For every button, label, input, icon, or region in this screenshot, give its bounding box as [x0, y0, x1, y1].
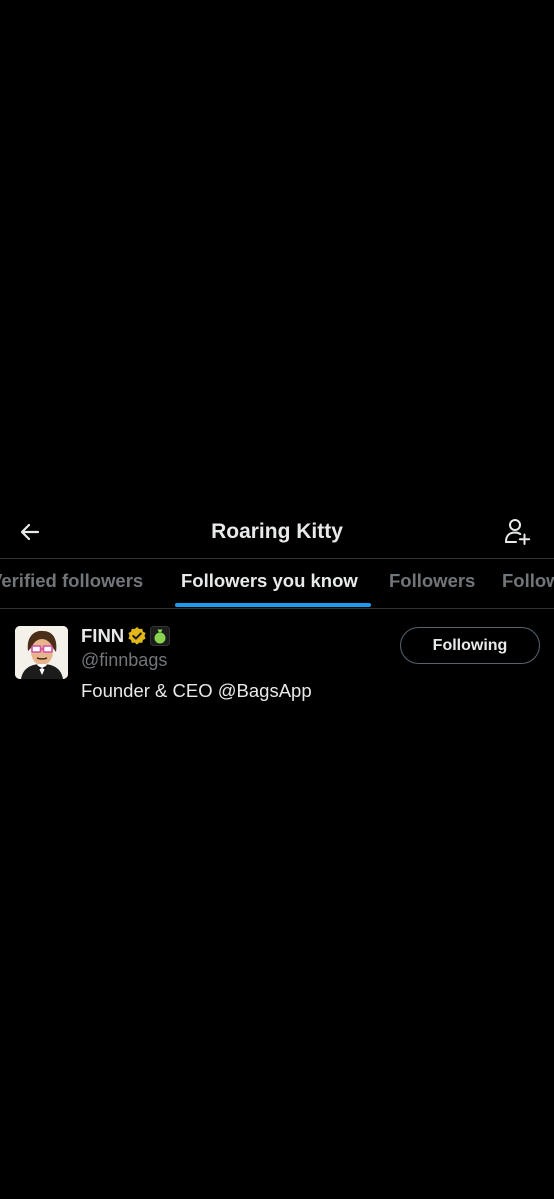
follower-tabs: Verified followers Followers you know Fo…	[0, 558, 554, 609]
name-line: FINN	[81, 625, 171, 647]
user-row[interactable]: FINN @finnbags Founder & CEO @BagsApp Fo…	[0, 609, 554, 709]
user-handle[interactable]: @finnbags	[81, 650, 167, 671]
top-bar: Roaring Kitty	[0, 510, 554, 556]
verified-badge-icon	[127, 626, 147, 646]
back-button[interactable]	[14, 518, 46, 550]
avatar[interactable]	[15, 626, 68, 679]
tab-followers[interactable]: Followers	[389, 559, 475, 608]
following-button[interactable]: Following	[400, 627, 540, 664]
add-user-icon	[503, 517, 531, 550]
active-tab-indicator	[175, 603, 371, 607]
user-bio: Founder & CEO @BagsApp	[81, 680, 312, 701]
money-bag-icon	[150, 626, 171, 646]
arrow-left-icon	[18, 520, 42, 549]
page-title: Roaring Kitty	[211, 520, 343, 543]
tab-following[interactable]: Following	[502, 559, 554, 608]
tab-followers-you-know[interactable]: Followers you know	[181, 559, 358, 608]
add-user-button[interactable]	[500, 516, 534, 550]
display-name[interactable]: FINN	[81, 625, 124, 647]
tab-verified-followers[interactable]: Verified followers	[0, 559, 143, 608]
